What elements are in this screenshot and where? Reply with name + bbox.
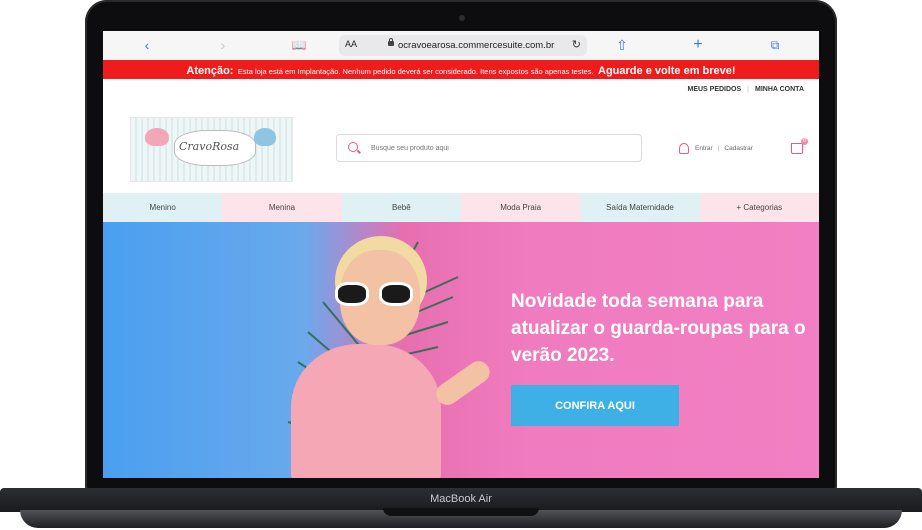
nav-item-saida-maternidade[interactable]: Saída Maternidade (580, 193, 700, 222)
add-tab-icon[interactable]: + (688, 36, 708, 54)
camera-icon (459, 15, 465, 21)
login-link[interactable]: Entrar (695, 145, 713, 152)
search-box[interactable] (336, 134, 642, 162)
browser-screen: ‹ › 📖 AA ocravoearosa.commercesuite.com.… (103, 31, 819, 478)
nav-item-moda-praia[interactable]: Moda Praia (460, 193, 581, 222)
back-icon[interactable]: ‹ (137, 36, 157, 54)
address-bar[interactable]: AA ocravoearosa.commercesuite.com.br ↻ (339, 35, 587, 56)
account-links: Entrar | Cadastrar (679, 143, 753, 154)
lock-icon (388, 38, 394, 46)
confira-aqui-button[interactable]: CONFIRA AQUI (511, 385, 679, 426)
bookmarks-icon[interactable]: 📖 (289, 36, 309, 54)
model-label: MacBook Air (430, 493, 492, 505)
implementation-alert-bar: Atenção: Esta loja está em Implantação. … (103, 60, 819, 79)
pink-bird-icon (145, 128, 169, 146)
category-nav: Menino Menina Bebê Moda Praia Saída Mate… (103, 193, 819, 222)
alert-prefix: Atenção: (186, 65, 234, 77)
nav-item-bebe[interactable]: Bebê (341, 193, 461, 222)
nav-item-more-categories[interactable]: + Categorias (699, 193, 819, 222)
hero-headline: Novidade toda semana para atualizar o gu… (511, 291, 806, 366)
user-icon (679, 143, 689, 154)
tabs-icon[interactable]: ⧉ (765, 36, 785, 54)
nav-item-menina[interactable]: Menina (222, 193, 342, 222)
top-links: MEUS PEDIDOS | MINHA CONTA (687, 86, 804, 93)
alert-emphasis: Aguarde e volte em breve! (598, 65, 736, 77)
signup-link[interactable]: Cadastrar (724, 145, 753, 152)
child-shirt (291, 344, 441, 478)
my-account-link[interactable]: MINHA CONTA (755, 86, 804, 93)
cart-count-badge: 0 (801, 138, 808, 145)
divider: | (717, 145, 720, 153)
search-input[interactable] (369, 140, 633, 156)
url-text: ocravoearosa.commercesuite.com.br (398, 40, 555, 51)
lid-notch (383, 508, 539, 516)
logo-brand-text: CravoRosa (179, 140, 240, 153)
hero-banner: Novidade toda semana para atualizar o gu… (103, 222, 819, 478)
nav-item-menino[interactable]: Menino (103, 193, 223, 222)
store-logo[interactable]: CravoRosa (130, 117, 293, 182)
search-icon[interactable] (348, 142, 358, 152)
my-orders-link[interactable]: MEUS PEDIDOS (687, 86, 741, 93)
sunglasses-image (335, 282, 415, 306)
divider: | (747, 86, 749, 93)
share-icon[interactable]: ⇧ (612, 36, 632, 54)
laptop-base: MacBook Air (0, 488, 922, 530)
cart-icon[interactable]: 0 (791, 138, 808, 154)
reader-aa-button[interactable]: AA (345, 39, 357, 49)
alert-message: Esta loja está em Implantação. Nenhum pe… (237, 67, 594, 76)
blue-bird-icon (254, 128, 276, 146)
forward-icon[interactable]: › (213, 36, 233, 54)
browser-toolbar: ‹ › 📖 AA ocravoearosa.commercesuite.com.… (103, 31, 819, 61)
reload-icon[interactable]: ↻ (572, 38, 581, 51)
